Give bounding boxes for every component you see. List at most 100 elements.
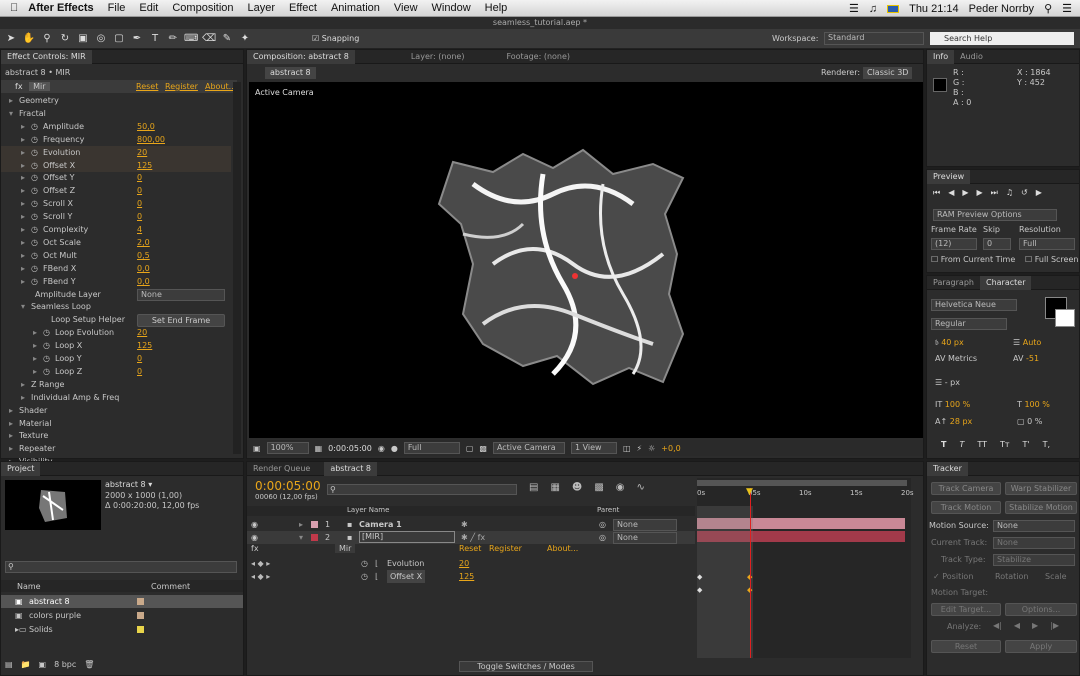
zoom-dropdown[interactable]: 100% xyxy=(266,442,309,454)
layer-label-color[interactable] xyxy=(311,534,318,541)
motion-blur-icon[interactable]: ◉ xyxy=(616,482,625,493)
font-style-dropdown[interactable]: Regular xyxy=(931,318,1007,330)
zoom-tool-icon[interactable]: ⚲ xyxy=(40,32,54,46)
ec-row-value[interactable]: 0 xyxy=(137,184,142,197)
timeline-layer-row[interactable]: ◉ ▸ 1 ▪ Camera 1 ✱ ◎ None xyxy=(247,518,695,531)
grid-icon[interactable]: ▦ xyxy=(315,444,323,453)
col-parent[interactable]: Parent xyxy=(597,506,619,514)
skip-dropdown[interactable]: 0 xyxy=(983,238,1011,250)
collapsed-arrow-icon[interactable]: ▸ xyxy=(33,326,37,339)
always-preview-icon[interactable]: ▣ xyxy=(253,444,261,453)
ec-row-value[interactable]: 0,0 xyxy=(137,262,150,275)
viewer[interactable]: Active Camera xyxy=(249,82,923,438)
playhead-handle-icon[interactable]: ▼ xyxy=(746,487,753,497)
resolution-dropdown-preview[interactable]: Full xyxy=(1019,238,1075,250)
stopwatch-icon[interactable]: ◷ xyxy=(31,159,38,172)
comp-name-tab[interactable]: abstract 8 xyxy=(265,67,316,79)
comp-mini-flowchart-icon[interactable]: ▤ xyxy=(529,482,538,493)
snapshot-icon[interactable]: ◉ xyxy=(378,444,385,453)
ec-row-value[interactable]: 0 xyxy=(137,365,142,378)
layer-name[interactable]: Camera 1 xyxy=(359,518,402,531)
collapsed-arrow-icon[interactable]: ▸ xyxy=(21,210,25,223)
superscript-button[interactable]: T' xyxy=(1023,440,1030,449)
tab-paragraph[interactable]: Paragraph xyxy=(927,276,980,290)
keyframe-offx-start[interactable]: ◆ xyxy=(697,586,702,594)
col-layer-name[interactable]: Layer Name xyxy=(347,506,389,514)
bpc-label[interactable]: 8 bpc xyxy=(54,660,76,669)
stopwatch-icon[interactable]: ◷ xyxy=(31,133,38,146)
interpret-icon[interactable]: ▤ xyxy=(5,660,13,669)
ec-scrollbar[interactable] xyxy=(233,82,241,454)
ec-row[interactable]: ▸ ◷ Complexity 4 xyxy=(1,223,231,236)
project-search[interactable]: ⚲ xyxy=(5,561,237,573)
channel-icon[interactable]: ● xyxy=(391,444,398,453)
ec-row[interactable]: ▸ ◷ Evolution 20 xyxy=(1,145,231,159)
collapsed-arrow-icon[interactable]: ▸ xyxy=(33,352,37,365)
mask-tool-icon[interactable]: ▢ xyxy=(112,32,126,46)
toggle-switches-button[interactable]: Toggle Switches / Modes xyxy=(459,661,593,672)
analyze-back-frame-icon[interactable]: ◀| xyxy=(993,621,1002,630)
ec-row[interactable]: Loop Setup Helper Set End Frame xyxy=(1,313,231,328)
project-item-name[interactable]: abstract 8 ▾ xyxy=(105,480,152,489)
project-list-item[interactable]: ▣ abstract 8 xyxy=(1,595,243,608)
parent-pickwhip-icon[interactable]: ◎ xyxy=(599,518,606,531)
stroke-width-value[interactable]: ☰ - px xyxy=(935,378,960,387)
layer-name[interactable]: [MIR] xyxy=(359,531,455,543)
ec-row[interactable]: ▸ Shader xyxy=(1,404,231,417)
scale-checkbox[interactable]: Scale xyxy=(1045,572,1067,581)
timeline-property-row[interactable]: ◂ ◆ ▸ ◷ ⌊ Offset X 125 xyxy=(247,570,695,583)
time-graph[interactable]: 0s05s10s15s20s ◆ ◆ ◆ ◆ ▼ xyxy=(697,478,914,658)
trash-icon[interactable]: 🗑 xyxy=(84,660,94,669)
ec-row[interactable]: ▸ Texture xyxy=(1,429,231,442)
menu-help[interactable]: Help xyxy=(485,2,508,14)
ec-row-value[interactable]: 4 xyxy=(137,223,142,236)
tab-composition[interactable]: Composition: abstract 8 xyxy=(247,49,355,64)
collapsed-arrow-icon[interactable]: ▸ xyxy=(21,184,25,197)
collapsed-arrow-icon[interactable]: ▸ xyxy=(21,197,25,210)
ec-row[interactable]: ▸ Z Range xyxy=(1,378,231,391)
ec-row[interactable]: ▸ ◷ Frequency 800,00 xyxy=(1,133,231,146)
frame-rate-dropdown[interactable]: (12) xyxy=(931,238,977,250)
workspace-dropdown[interactable]: Standard xyxy=(824,32,924,45)
wifi-icon[interactable]: ☰ xyxy=(849,2,859,15)
keyframe-navigator-icon[interactable]: ◂ ◆ ▸ xyxy=(251,557,270,570)
tab-character[interactable]: Character xyxy=(979,275,1032,290)
new-comp-icon[interactable]: ▣ xyxy=(39,660,47,669)
tab-footage[interactable]: Footage: (none) xyxy=(500,50,576,64)
rotate-tool-icon[interactable]: ↻ xyxy=(58,32,72,46)
audio-icon[interactable]: ♫ xyxy=(1006,188,1013,198)
play-icon[interactable]: ▶ xyxy=(962,188,968,198)
eraser-tool-icon[interactable]: ⌫ xyxy=(202,32,216,46)
ec-row[interactable]: ▸ ◷ Offset Z 0 xyxy=(1,184,231,197)
menu-edit[interactable]: Edit xyxy=(139,2,158,14)
timeline-property-row[interactable]: ◂ ◆ ▸ ◷ ⌊ Evolution 20 xyxy=(247,557,695,570)
tab-preview[interactable]: Preview xyxy=(927,169,971,184)
shy-icon[interactable]: ☻ xyxy=(572,482,582,493)
track-motion-button[interactable]: Track Motion xyxy=(931,501,1001,514)
collapsed-arrow-icon[interactable]: ▸ xyxy=(21,159,25,172)
graph-icon[interactable]: ⌊ xyxy=(375,557,378,570)
warp-stabilizer-button[interactable]: Warp Stabilizer xyxy=(1005,482,1077,495)
ec-row[interactable]: ▸ Individual Amp & Freq xyxy=(1,391,231,404)
ram-preview-icon[interactable]: ▶ xyxy=(1036,188,1042,198)
tab-audio[interactable]: Audio xyxy=(954,50,989,64)
tab-project[interactable]: Project xyxy=(1,461,41,476)
effect-row-register[interactable]: Register xyxy=(489,544,522,553)
tab-timeline-comp[interactable]: abstract 8 xyxy=(324,461,377,476)
ec-row[interactable]: ▸ ◷ Loop Z 0 xyxy=(1,365,231,378)
stopwatch-icon[interactable]: ◷ xyxy=(43,326,50,339)
new-folder-icon[interactable]: 📁 xyxy=(21,660,31,669)
ec-register-link[interactable]: Register xyxy=(165,80,198,93)
search-help-field[interactable]: Search Help xyxy=(930,32,1074,45)
label-color-swatch[interactable] xyxy=(137,626,144,633)
rotation-checkbox[interactable]: Rotation xyxy=(995,572,1028,581)
effect-row-about[interactable]: About... xyxy=(547,544,578,553)
track-camera-button[interactable]: Track Camera xyxy=(931,482,1001,495)
tab-tracker[interactable]: Tracker xyxy=(927,461,968,476)
ec-row[interactable]: ▸ ◷ Loop X 125 xyxy=(1,339,231,352)
stopwatch-icon[interactable]: ◷ xyxy=(31,275,38,288)
stopwatch-icon[interactable]: ◷ xyxy=(31,262,38,275)
ec-row[interactable]: Amplitude Layer None xyxy=(1,288,231,301)
menu-window[interactable]: Window xyxy=(432,2,471,14)
stopwatch-icon[interactable]: ◷ xyxy=(43,352,50,365)
